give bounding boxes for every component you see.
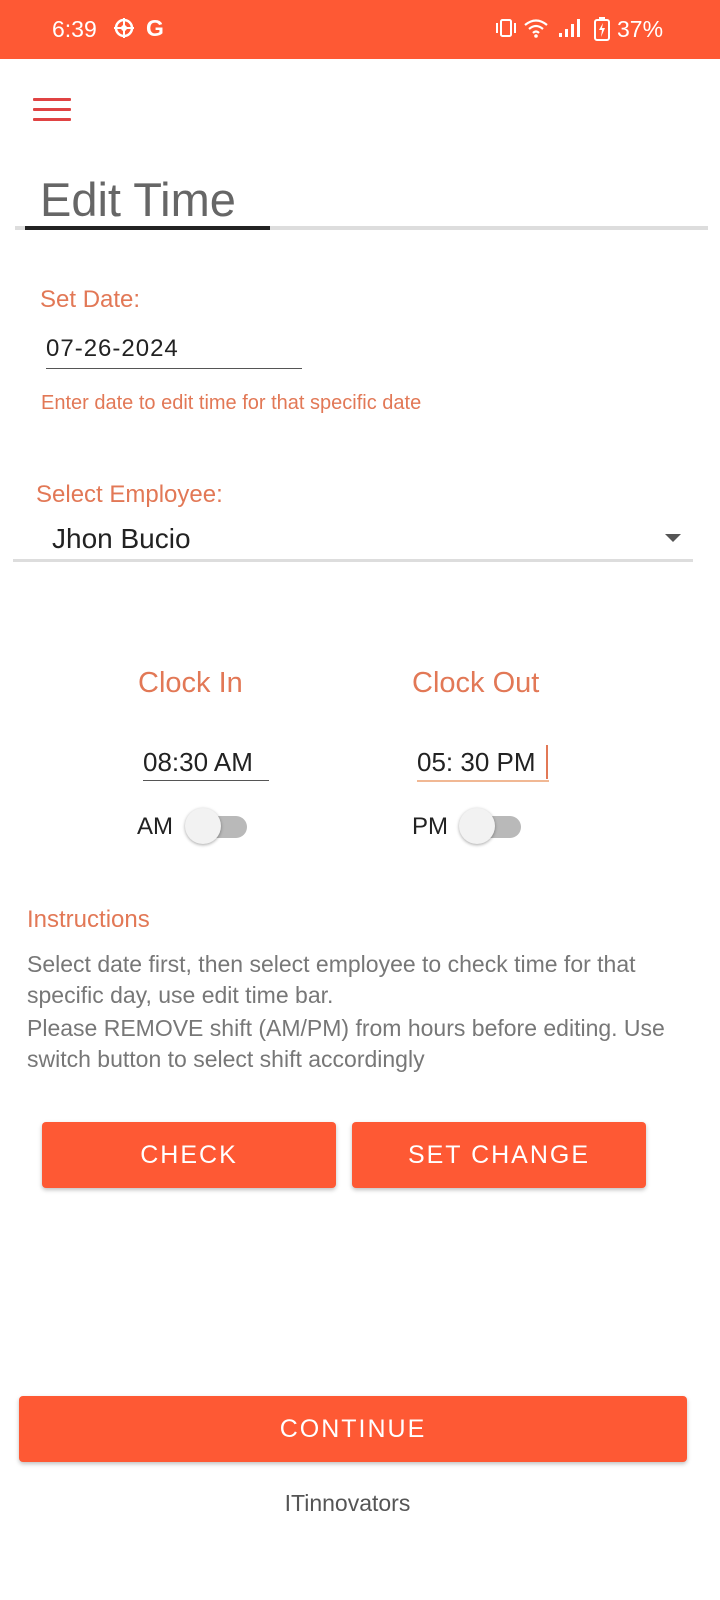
hamburger-menu-icon[interactable] <box>33 98 71 124</box>
instructions-text-1: Select date first, then select employee … <box>27 951 636 1008</box>
set-change-button[interactable]: SET CHANGE <box>352 1122 646 1188</box>
pm-toggle-switch[interactable] <box>459 806 521 846</box>
footer-brand: ITinnovators <box>284 1490 411 1516</box>
instructions-text-2: Please REMOVE shift (AM/PM) from hours b… <box>27 1015 665 1072</box>
status-bar: 6:39 G 37% <box>0 0 720 59</box>
employee-divider <box>13 559 693 562</box>
select-employee-label: Select Employee: <box>36 481 223 508</box>
page-title: Edit Time <box>40 173 236 226</box>
settings-gear-icon <box>113 17 135 44</box>
instructions-heading: Instructions <box>27 906 150 933</box>
pm-switch-label: PM <box>412 813 448 840</box>
continue-button[interactable]: CONTINUE <box>19 1396 687 1462</box>
check-button[interactable]: CHECK <box>42 1122 336 1188</box>
date-input[interactable] <box>46 330 302 369</box>
switch-thumb <box>459 808 495 844</box>
date-hint: Enter date to edit time for that specifi… <box>41 392 422 414</box>
dropdown-arrow-icon <box>665 534 681 542</box>
status-time: 6:39 <box>52 16 97 42</box>
wifi-icon <box>523 17 549 44</box>
google-g-icon: G <box>146 15 164 41</box>
vibrate-icon <box>494 18 518 43</box>
set-date-label: Set Date: <box>40 286 141 313</box>
clock-out-time-input[interactable] <box>417 744 549 782</box>
title-underline <box>25 226 270 230</box>
switch-thumb <box>185 808 221 844</box>
am-toggle-switch[interactable] <box>185 806 247 846</box>
employee-selected-value: Jhon Bucio <box>52 523 191 554</box>
signal-icon <box>558 18 580 43</box>
clock-in-time-input[interactable] <box>143 744 269 781</box>
battery-icon <box>594 17 610 46</box>
clock-in-heading: Clock In <box>138 667 243 699</box>
text-cursor <box>546 745 548 779</box>
am-switch-label: AM <box>137 813 173 840</box>
employee-dropdown[interactable]: Jhon Bucio <box>13 520 693 560</box>
clock-out-heading: Clock Out <box>412 667 540 699</box>
battery-percent: 37% <box>617 16 664 42</box>
